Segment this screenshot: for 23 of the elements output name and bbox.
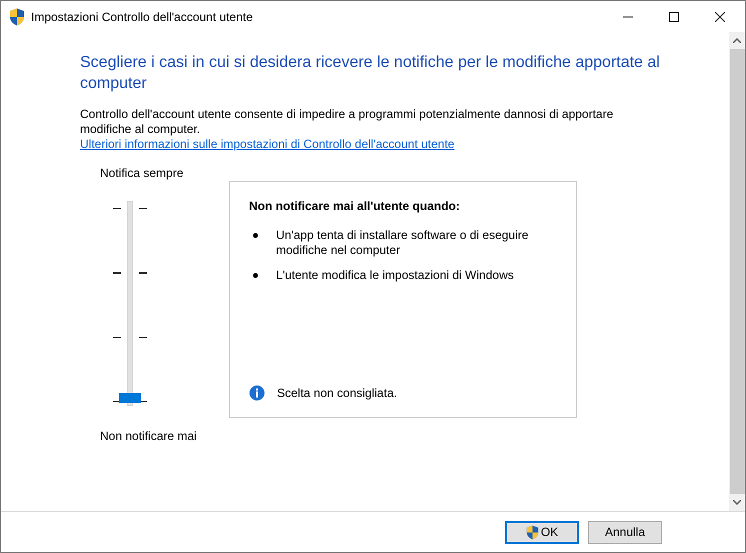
help-link[interactable]: Ulteriori informazioni sulle impostazioni di Controllo dell'account utente — [80, 137, 454, 152]
shield-icon — [9, 8, 25, 26]
cancel-button[interactable]: Annulla — [588, 520, 662, 544]
shield-icon — [526, 524, 539, 540]
bullet-icon — [253, 273, 258, 278]
description: Controllo dell'account utente consente di impedire a programmi potenzialmente dannosi di apportare modifiche al computer. — [80, 107, 614, 137]
ok-button[interactable]: OK — [505, 520, 579, 544]
scroll-up-icon[interactable] — [733, 38, 741, 43]
bullet-icon — [253, 233, 258, 238]
slider-label: Notifica sempre — [100, 166, 184, 181]
maximize-icon[interactable] — [669, 12, 679, 22]
info-title: Non notificare mai all'utente quando: — [249, 199, 461, 214]
info-icon — [249, 385, 265, 401]
warning-text: Scelta non consigliata. — [277, 386, 398, 400]
slider-thumb[interactable] — [119, 393, 141, 403]
close-icon[interactable] — [715, 12, 725, 22]
bullet-text: L'utente modifica le impostazioni di Windows — [276, 268, 515, 283]
slider[interactable] — [119, 201, 141, 406]
scroll-down-icon[interactable] — [733, 500, 741, 505]
heading: Scegliere i casi in cui si desidera ricevere le notifiche per le modifiche apportate al computer — [80, 53, 660, 94]
bullet-text: Un'app tenta di installare software o di eseguire modifiche nel computer — [276, 228, 530, 258]
slider-label: Non notificare mai — [100, 429, 198, 444]
window-title: Impostazioni Controllo dell'account utente — [31, 10, 253, 24]
